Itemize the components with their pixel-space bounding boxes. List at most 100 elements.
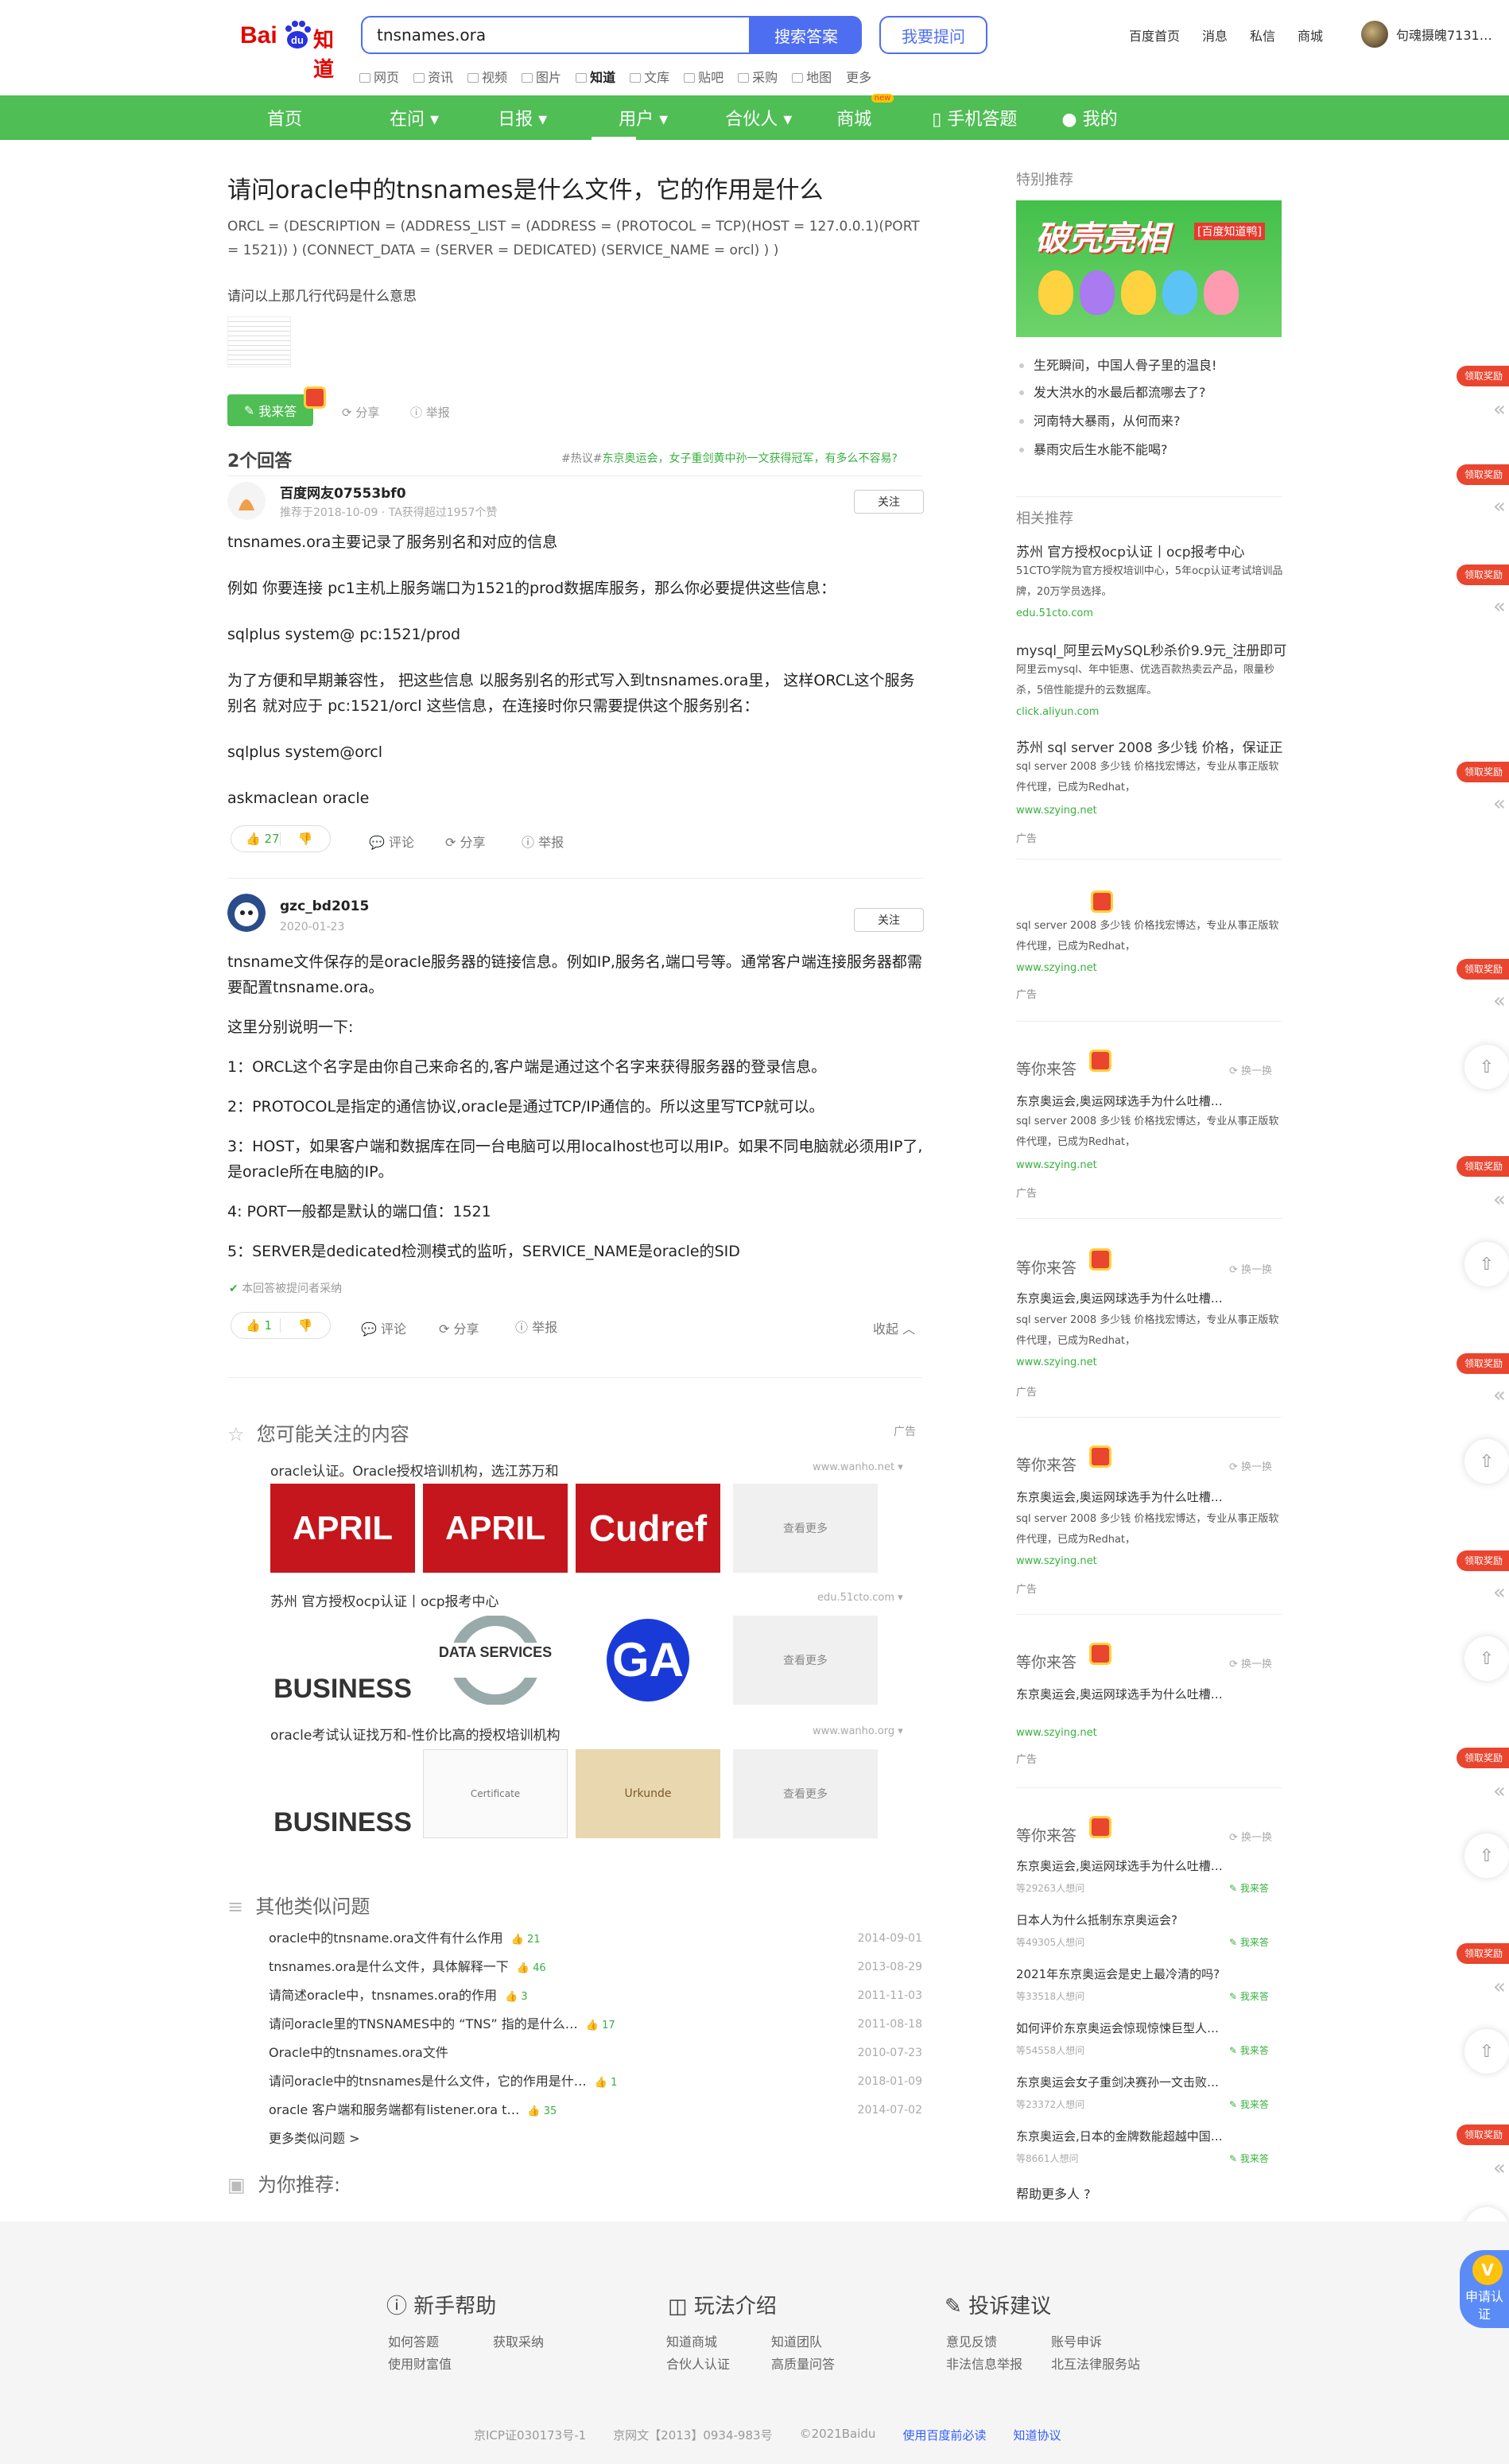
reward-tab[interactable]: 领取奖励 — [1457, 1353, 1509, 1374]
answer-button[interactable]: ✎ 我来答 — [227, 394, 313, 426]
back-to-top-button[interactable]: ⇧ — [1464, 2029, 1509, 2074]
recommend-bullet[interactable]: 生死瞬间，中国人骨子里的温良! — [1019, 355, 1216, 374]
answer2-comment[interactable]: 💬 评论 — [361, 1318, 406, 1337]
chevron-left-icon[interactable]: « — [1493, 1188, 1506, 1212]
like-button[interactable]: 👍 1 — [231, 1318, 281, 1333]
wait-question[interactable]: 东京奥运会,奥运网球选手为什么吐槽… — [1016, 1092, 1223, 1109]
hot-topic[interactable]: #热议#东京奥运会，女子重剑黄中孙一文获得冠军，有多么不容易? — [561, 450, 898, 466]
dislike-button[interactable]: 👎 — [281, 832, 330, 846]
help-more-link[interactable]: 帮助更多人 ? — [1016, 2183, 1091, 2202]
chevron-left-icon[interactable]: « — [1493, 398, 1506, 421]
swap-button[interactable]: ⟳ 换一换 — [1229, 1261, 1272, 1276]
apply-certification-button[interactable]: V 申请认证 — [1460, 2250, 1509, 2328]
channel-tieba[interactable]: 贴吧 — [684, 67, 723, 86]
red-envelope-icon[interactable] — [1089, 1643, 1111, 1665]
like-button[interactable]: 👍 27 — [231, 832, 281, 846]
question-thumbnail[interactable] — [227, 316, 291, 367]
sidebar-ad-url[interactable]: www.szying.net — [1016, 805, 1097, 817]
ad-more-tile[interactable]: 查看更多 — [733, 1749, 878, 1838]
collapse-button[interactable]: 收起 ︿ — [873, 1318, 915, 1337]
chevron-left-icon[interactable]: « — [1493, 1581, 1506, 1605]
sidebar-ad-url[interactable]: www.szying.net — [1016, 1159, 1097, 1171]
back-to-top-button[interactable]: ⇧ — [1464, 1636, 1509, 1681]
footer-link[interactable]: 高质量问答 — [771, 2353, 835, 2373]
list-item[interactable]: Oracle中的tnsnames.ora文件 2010-07-23 — [269, 2039, 922, 2067]
ad-tile[interactable]: GA — [576, 1616, 720, 1705]
user-menu[interactable]: 句魂摄魄7131… — [1361, 21, 1492, 48]
red-envelope-icon[interactable] — [304, 386, 326, 409]
chevron-left-icon[interactable]: « — [1493, 989, 1506, 1013]
nav-mobile-answer[interactable]: ▯ 手机答题 — [932, 105, 1017, 130]
chevron-left-icon[interactable]: « — [1493, 2156, 1506, 2180]
channel-zhidao[interactable]: 知道 — [576, 67, 615, 86]
reward-tab[interactable]: 领取奖励 — [1457, 1156, 1509, 1177]
footer-link[interactable]: 非法信息举报 — [946, 2353, 1022, 2373]
channel-wenku[interactable]: 文库 — [630, 67, 669, 86]
sidebar-ad-title[interactable]: mysql_阿里云MySQL秒杀价9.9元_注册即可 — [1016, 639, 1286, 659]
answer1-comment[interactable]: 💬 评论 — [369, 832, 414, 851]
link-private-messages[interactable]: 私信 — [1250, 25, 1275, 45]
red-envelope-icon[interactable] — [1089, 1816, 1111, 1838]
link-mall[interactable]: 商城 — [1298, 25, 1323, 45]
ad-row-title[interactable]: oracle考试认证找万和-性价比高的授权培训机构 — [270, 1724, 560, 1744]
nav-partner[interactable]: 合伙人 ▾ — [725, 105, 792, 130]
sidebar-ad-url[interactable]: www.szying.net — [1016, 962, 1097, 974]
answer1-report[interactable]: ⓘ 举报 — [522, 832, 564, 851]
chevron-left-icon[interactable]: « — [1493, 1383, 1506, 1407]
swap-button[interactable]: ⟳ 换一换 — [1229, 1829, 1272, 1844]
answer-link[interactable]: ✎ 我来答 — [1229, 1989, 1269, 2003]
wait-question[interactable]: 东京奥运会,奥运网球选手为什么吐槽… — [1016, 1857, 1223, 1874]
list-item[interactable]: 请问oracle中的tnsnames是什么文件，它的作用是什… 👍 1 2018-0… — [269, 2067, 922, 2096]
search-input[interactable] — [363, 17, 749, 52]
baidu-zhidao-logo[interactable]: Bai du 知道 — [240, 19, 348, 82]
nav-asking[interactable]: 在问 ▾ — [390, 105, 439, 130]
answer2-follow-button[interactable]: 关注 — [854, 908, 924, 932]
channel-news[interactable]: 资讯 — [413, 67, 453, 86]
answer2-avatar[interactable] — [227, 894, 266, 932]
link-baidu-home[interactable]: 百度首页 — [1129, 25, 1180, 45]
sidebar-ad-url[interactable]: edu.51cto.com — [1016, 607, 1093, 619]
answer1-username[interactable]: 百度网友07553bf0 — [280, 482, 406, 502]
reward-tab[interactable]: 领取奖励 — [1457, 565, 1509, 585]
back-to-top-button[interactable]: ⇧ — [1464, 1045, 1509, 1089]
recommend-bullet[interactable]: 河南特大暴雨，从何而来? — [1019, 410, 1181, 429]
promo-banner[interactable]: 破壳亮相 [百度知道鸭] — [1016, 200, 1282, 337]
search-answer-button[interactable]: 搜索答案 — [751, 16, 862, 54]
list-item[interactable]: 请问oracle里的TNSNAMES中的 “TNS” 指的是什么… 👍 17 201… — [269, 2010, 922, 2039]
nav-mine[interactable]: ● 我的 — [1061, 105, 1117, 130]
ad-row-title[interactable]: oracle认证。Oracle授权培训机构，选江苏万和 — [270, 1460, 559, 1480]
back-to-top-button[interactable]: ⇧ — [1464, 1242, 1509, 1286]
footer-link[interactable]: 获取采纳 — [493, 2331, 544, 2350]
nav-home[interactable]: 首页 — [267, 105, 302, 130]
wait-question[interactable]: 东京奥运会,奥运网球选手为什么吐槽… — [1016, 1488, 1223, 1505]
chevron-left-icon[interactable]: « — [1493, 495, 1506, 518]
question-report[interactable]: ⓘ 举报 — [410, 404, 450, 421]
red-envelope-icon[interactable] — [1091, 891, 1113, 913]
swap-button[interactable]: ⟳ 换一换 — [1229, 1655, 1272, 1670]
channel-map[interactable]: 地图 — [792, 67, 832, 86]
red-envelope-icon[interactable] — [1089, 1445, 1111, 1468]
footer-link[interactable]: 北互法律服务站 — [1051, 2353, 1140, 2373]
answer-link[interactable]: ✎ 我来答 — [1229, 2152, 1269, 2165]
wait-question[interactable]: 东京奥运会女子重剑决赛孙一文击败… — [1016, 2074, 1219, 2090]
reward-tab[interactable]: 领取奖励 — [1457, 1943, 1509, 1964]
reward-tab[interactable]: 领取奖励 — [1457, 1748, 1509, 1768]
link-messages[interactable]: 消息 — [1202, 25, 1228, 45]
wait-question[interactable]: 东京奥运会,奥运网球选手为什么吐槽… — [1016, 1686, 1223, 1702]
ad-more-tile[interactable]: 查看更多 — [733, 1616, 878, 1705]
footer-link[interactable]: 知道商城 — [666, 2331, 717, 2350]
chevron-left-icon[interactable]: « — [1493, 792, 1506, 816]
back-to-top-button[interactable]: ⇧ — [1464, 1833, 1509, 1878]
wait-question[interactable]: 东京奥运会,奥运网球选手为什么吐槽… — [1016, 1290, 1223, 1306]
reward-tab[interactable]: 领取奖励 — [1457, 762, 1509, 782]
ask-question-button[interactable]: 我要提问 — [879, 16, 987, 54]
answer1-follow-button[interactable]: 关注 — [854, 490, 924, 514]
footer-link[interactable]: 如何答题 — [388, 2331, 439, 2350]
channel-video[interactable]: 视频 — [467, 67, 507, 86]
list-item[interactable]: oracle中的tnsname.ora文件有什么作用 👍 21 2014-09-01 — [269, 1924, 922, 1953]
footer-link[interactable]: 知道团队 — [771, 2331, 822, 2350]
list-item[interactable]: oracle 客户端和服务端都有listener.ora t… 👍 35 2014-… — [269, 2096, 922, 2124]
wait-question[interactable]: 东京奥运会,日本的金牌数能超越中国… — [1016, 2128, 1223, 2144]
channel-purchase[interactable]: 采购 — [738, 67, 778, 86]
footer-link[interactable]: 意见反馈 — [946, 2331, 997, 2350]
